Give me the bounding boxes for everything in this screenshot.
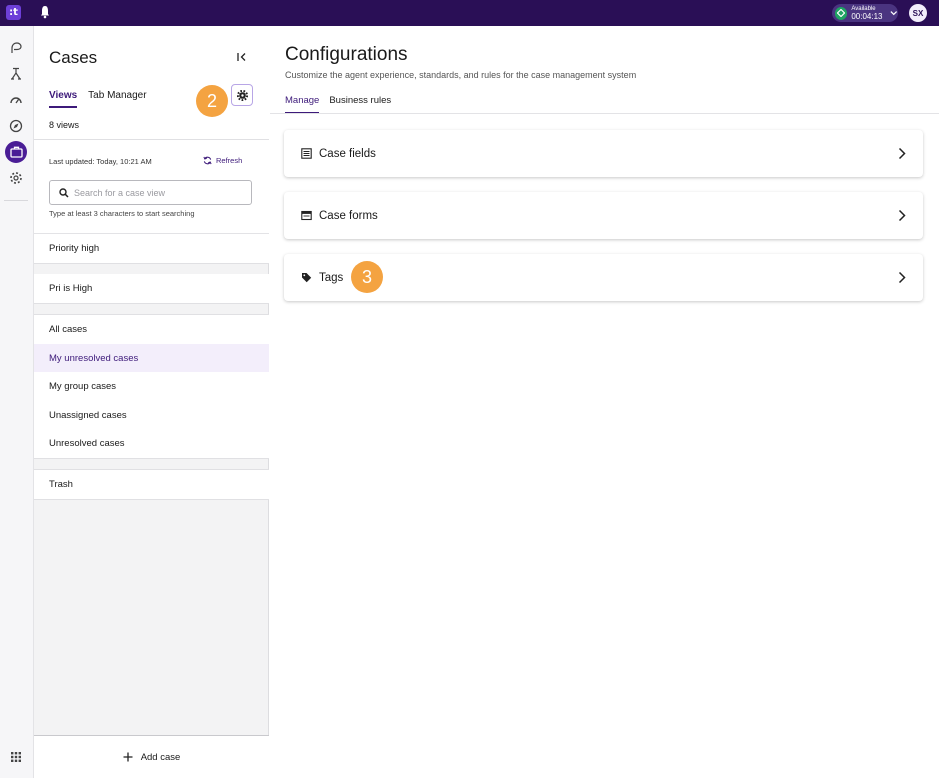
form-icon bbox=[301, 210, 312, 221]
case-fields-card[interactable]: Case fields bbox=[284, 130, 923, 177]
compass-icon[interactable] bbox=[7, 117, 25, 135]
view-item-selected[interactable]: My unresolved cases bbox=[34, 344, 269, 373]
user-avatar[interactable]: SX bbox=[909, 4, 927, 22]
page-title: Configurations bbox=[285, 44, 408, 65]
chevron-right-icon bbox=[898, 271, 906, 284]
view-item[interactable]: All cases bbox=[34, 315, 269, 344]
list-icon bbox=[301, 148, 312, 159]
settings-icon[interactable] bbox=[7, 169, 25, 187]
tab-views[interactable]: Views bbox=[49, 90, 78, 108]
nav-rail bbox=[0, 26, 34, 778]
apps-grid-icon[interactable] bbox=[7, 748, 25, 766]
panel-tabs: Views Tab Manager bbox=[49, 90, 147, 108]
search-input[interactable] bbox=[74, 187, 234, 198]
available-status-icon bbox=[835, 6, 848, 20]
last-updated-text: Last updated: Today, 10:21 AM bbox=[49, 157, 152, 166]
search-icon bbox=[59, 187, 69, 198]
search-field[interactable] bbox=[49, 180, 252, 205]
flow-icon[interactable] bbox=[7, 65, 25, 83]
status-timer: 00:04:13 bbox=[851, 12, 883, 21]
refresh-icon bbox=[203, 156, 212, 165]
divider bbox=[34, 303, 269, 304]
dashboard-icon[interactable] bbox=[7, 91, 25, 109]
card-label: Case fields bbox=[319, 147, 376, 160]
views-count: 8 views bbox=[49, 120, 80, 130]
divider bbox=[270, 113, 939, 114]
add-case-button[interactable]: Add case bbox=[34, 735, 269, 778]
refresh-label: Refresh bbox=[216, 156, 243, 165]
main-tabs: Manage Business rules bbox=[285, 95, 391, 114]
chevron-right-icon bbox=[898, 147, 906, 160]
tab-business-rules[interactable]: Business rules bbox=[329, 95, 391, 114]
app-logo[interactable]: :t bbox=[6, 5, 21, 20]
search-hint: Type at least 3 characters to start sear… bbox=[49, 209, 195, 218]
view-item[interactable]: Pri is High bbox=[34, 274, 269, 303]
cases-panel: Cases Views Tab Manager 2 8 views Last u… bbox=[34, 26, 269, 778]
search-section: Last updated: Today, 10:21 AM Refresh Ty… bbox=[34, 140, 269, 234]
panel-title: Cases bbox=[49, 48, 98, 67]
divider bbox=[34, 263, 269, 264]
card-label: Tags bbox=[319, 271, 344, 284]
tab-tab-manager[interactable]: Tab Manager bbox=[88, 90, 146, 108]
view-settings-button[interactable] bbox=[231, 84, 253, 106]
step-badge-2: 2 bbox=[196, 85, 228, 117]
collapse-panel-icon[interactable] bbox=[235, 50, 249, 64]
refresh-button[interactable]: Refresh bbox=[203, 156, 242, 165]
view-item[interactable]: Unassigned cases bbox=[34, 401, 269, 430]
rail-divider bbox=[4, 200, 28, 201]
add-case-label: Add case bbox=[140, 751, 181, 763]
tab-manage[interactable]: Manage bbox=[285, 95, 320, 114]
case-forms-card[interactable]: Case forms bbox=[284, 192, 923, 239]
divider bbox=[34, 499, 269, 500]
tag-icon bbox=[302, 273, 312, 283]
cases-icon[interactable] bbox=[5, 141, 27, 163]
view-item[interactable]: My group cases bbox=[34, 372, 269, 401]
chevron-down-icon bbox=[889, 11, 897, 16]
step-badge-3: 3 bbox=[351, 261, 383, 293]
routing-icon[interactable] bbox=[7, 39, 25, 57]
view-item[interactable]: Trash bbox=[34, 470, 269, 499]
gear-icon bbox=[236, 89, 248, 101]
page-subtitle: Customize the agent experience, standard… bbox=[285, 70, 637, 80]
view-item[interactable]: Priority high bbox=[34, 234, 269, 263]
agent-status-dropdown[interactable]: Available 00:04:13 bbox=[832, 4, 898, 22]
divider bbox=[34, 458, 269, 459]
top-bar: :t Available 00:04:13 SX bbox=[0, 0, 939, 26]
main-content: Configurations Customize the agent exper… bbox=[270, 26, 939, 778]
bell-icon[interactable] bbox=[40, 5, 50, 19]
view-item[interactable]: Unresolved cases bbox=[34, 429, 269, 458]
chevron-right-icon bbox=[898, 209, 906, 222]
card-label: Case forms bbox=[319, 209, 378, 222]
plus-icon bbox=[123, 752, 133, 762]
